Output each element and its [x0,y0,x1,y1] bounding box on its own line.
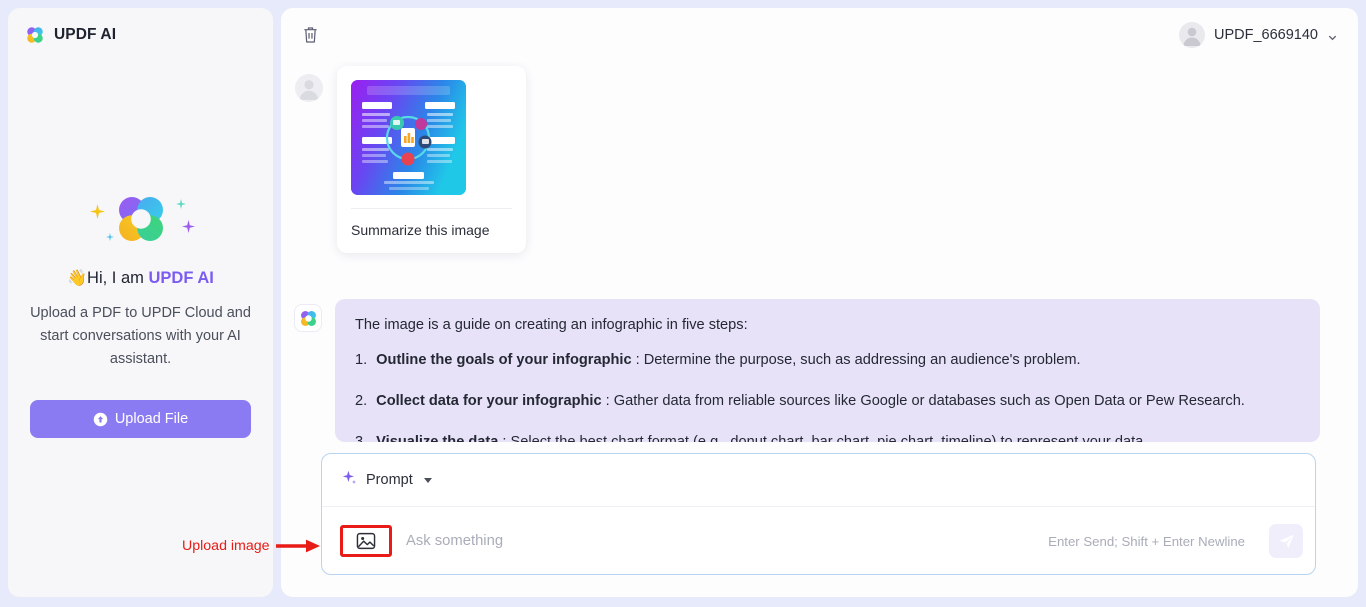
chat-area: Summarize this image The image is a guid… [281,62,1358,445]
upload-file-button[interactable]: Upload File [30,400,251,438]
list-item-text: Collect data for your infographic : Gath… [376,391,1245,412]
prompt-label: Prompt [366,472,413,488]
greeting: 👋Hi, I am UPDF AI [8,268,273,288]
user-avatar-icon [295,74,323,102]
user-message-row: Summarize this image [295,62,1336,253]
app-root: UPDF AI 👋Hi, I am UPDF AI Upload a PDF t… [0,0,1366,607]
composer-toolbar: Prompt [322,454,1315,507]
sidebar-hero: 👋Hi, I am UPDF AI Upload a PDF to UPDF C… [8,176,273,371]
list-item: 3. Visualize the data : Select the best … [355,432,1300,442]
wave-hand-icon: 👋 [67,270,88,287]
list-item: 1. Outline the goals of your infographic… [355,350,1300,371]
list-item-number: 2. [355,393,368,409]
list-item-body: : Determine the purpose, such as address… [631,352,1081,368]
sparkle-icon-purple [182,220,195,238]
hero-logo-wrap [8,176,273,262]
annotation-upload-image: Upload image [182,538,320,554]
sparkle-icon-green [176,196,186,214]
list-item-number: 1. [355,352,368,368]
list-item-title: Visualize the data [376,434,499,442]
prompt-dropdown[interactable]: Prompt [342,470,432,491]
ai-message-bubble: The image is a guide on creating an info… [335,299,1320,442]
main-header: UPDF_6669140 [281,8,1358,62]
account-menu[interactable]: UPDF_6669140 [1179,22,1338,48]
updf-clover-logo-large-icon [113,191,169,247]
annotation-label: Upload image [182,538,270,554]
user-message-caption: Summarize this image [351,208,512,253]
sidebar: UPDF AI 👋Hi, I am UPDF AI Upload a PDF t… [8,8,273,597]
sidebar-description: Upload a PDF to UPDF Cloud and start con… [30,305,251,367]
list-item-title: Outline the goals of your infographic [376,352,632,368]
brand: UPDF AI [8,8,273,45]
trash-icon[interactable] [295,20,325,50]
updf-clover-logo-icon [25,25,45,45]
ai-intro-text: The image is a guide on creating an info… [355,317,748,333]
list-item: 2. Collect data for your infographic : G… [355,391,1300,412]
list-item-body: : Gather data from reliable sources like… [601,393,1245,409]
brand-title: UPDF AI [54,26,117,43]
sparkle-icon [342,470,358,491]
right-arrow-icon [275,538,320,554]
chevron-down-icon [1327,30,1338,41]
composer-input-row: Enter Send; Shift + Enter Newline [322,507,1315,575]
upload-file-label: Upload File [114,411,189,427]
sparkle-icon-yellow [90,204,105,224]
list-item-text: Outline the goals of your infographic : … [376,350,1080,371]
circle-arrow-up-icon [93,412,108,427]
composer: Prompt Enter Send; Shift + Enter Newline [321,453,1316,575]
infographic-thumbnail[interactable] [351,80,466,195]
greeting-brand: UPDF AI [148,269,214,287]
caret-down-icon [423,477,432,483]
composer-hint: Enter Send; Shift + Enter Newline [1048,533,1245,549]
ask-input[interactable] [406,533,1035,549]
account-name: UPDF_6669140 [1214,27,1318,43]
user-avatar-icon [1179,22,1205,48]
ai-message-row: The image is a guide on creating an info… [295,295,1336,442]
user-message-card: Summarize this image [337,66,526,253]
greeting-prefix: Hi, I am [87,269,149,287]
send-button[interactable] [1269,524,1303,558]
main-panel: UPDF_6669140 Summarize this image The im… [281,8,1358,597]
ai-steps-list: 1. Outline the goals of your infographic… [355,350,1300,442]
image-upload-icon[interactable] [340,525,392,557]
list-item-number: 3. [355,434,368,442]
list-item-body: : Select the best chart format (e.g., do… [498,434,1148,442]
list-item-title: Collect data for your infographic [376,393,602,409]
updf-clover-logo-icon [295,305,321,331]
list-item-text: Visualize the data : Select the best cha… [376,432,1147,442]
sparkle-icon-cyan-small [106,228,114,246]
